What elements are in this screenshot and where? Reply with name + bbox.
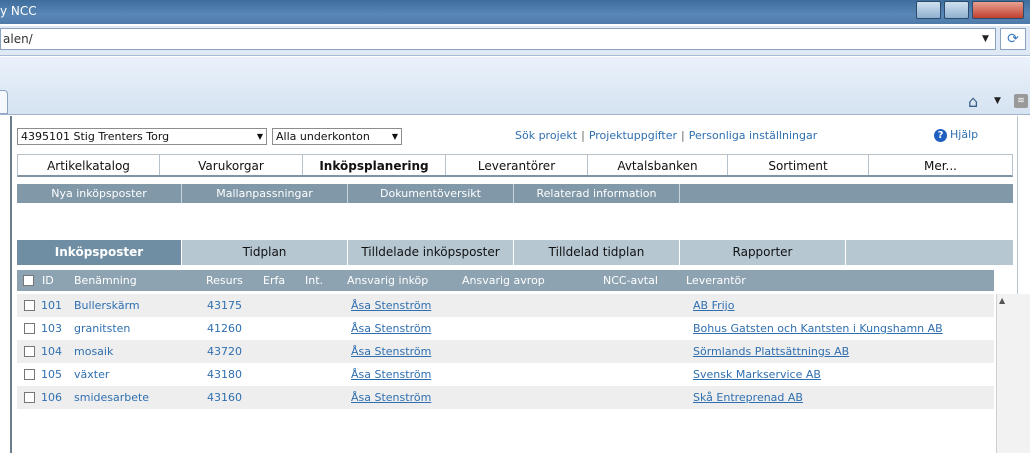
table-header: ID Benämning Resurs Erfa Int. Ansvarig i… <box>17 270 994 291</box>
table-row[interactable]: 101 Bullerskärm 43175 Åsa Stenström AB F… <box>17 294 994 317</box>
header-erfa[interactable]: Erfa <box>263 274 285 287</box>
address-dropdown-icon[interactable]: ▼ <box>982 34 989 44</box>
tab-rapporter[interactable]: Rapporter <box>680 240 846 265</box>
top-links: Sök projekt | Projektuppgifter | Personliga … <box>515 129 817 142</box>
row-buyer-link[interactable]: Åsa Stenström <box>351 391 431 404</box>
row-name[interactable]: mosaik <box>74 345 113 358</box>
row-resource[interactable]: 41260 <box>207 322 242 335</box>
row-checkbox[interactable] <box>24 300 35 311</box>
chevron-down-icon: ▼ <box>391 132 398 141</box>
row-checkbox[interactable] <box>24 346 35 357</box>
header-name[interactable]: Benämning <box>74 274 137 287</box>
nav-item-sortiment[interactable]: Sortiment <box>728 155 869 175</box>
row-supplier-link[interactable]: Skå Entreprenad AB <box>693 391 803 404</box>
nav-item-inkopsplanering[interactable]: Inköpsplanering <box>303 155 446 175</box>
row-id[interactable]: 103 <box>41 322 62 335</box>
help-icon: ? <box>934 129 947 142</box>
row-buyer-link[interactable]: Åsa Stenström <box>351 322 431 335</box>
row-supplier-link[interactable]: Bohus Gatsten och Kantsten i Kungshamn A… <box>693 322 943 335</box>
row-buyer-link[interactable]: Åsa Stenström <box>351 368 431 381</box>
header-id[interactable]: ID <box>42 274 54 287</box>
vertical-scrollbar[interactable]: ▲ <box>996 294 1030 453</box>
header-buyer[interactable]: Ansvarig inköp <box>347 274 428 287</box>
chevron-down-icon: ▼ <box>256 132 263 141</box>
minimize-button[interactable] <box>916 1 941 19</box>
row-checkbox[interactable] <box>24 323 35 334</box>
subnav-item-mallanpassningar[interactable]: Mallanpassningar <box>182 184 348 203</box>
row-name[interactable]: granitsten <box>74 322 130 335</box>
row-name[interactable]: Bullerskärm <box>74 299 140 312</box>
project-info-link[interactable]: Projektuppgifter <box>589 129 677 142</box>
table-row[interactable]: 106 smidesarbete 43160 Åsa Stenström Skå… <box>17 386 994 409</box>
nav-item-avtalsbanken[interactable]: Avtalsbanken <box>588 155 728 175</box>
header-int[interactable]: Int. <box>305 274 323 287</box>
table-row[interactable]: 103 granitsten 41260 Åsa Stenström Bohus… <box>17 317 994 340</box>
row-supplier-link[interactable]: AB Frijo <box>693 299 734 312</box>
row-name[interactable]: smidesarbete <box>74 391 149 404</box>
browser-tab[interactable] <box>0 90 8 114</box>
subnav-item-relaterad-information[interactable]: Relaterad information <box>514 184 680 203</box>
personal-settings-link[interactable]: Personliga inställningar <box>689 129 817 142</box>
account-select-value: Alla underkonton <box>276 130 370 143</box>
browser-command-bar: ⌂ ▼ ≋ <box>0 57 1030 115</box>
nav-item-varukorgar[interactable]: Varukorgar <box>160 155 303 175</box>
row-id[interactable]: 101 <box>41 299 62 312</box>
row-name[interactable]: växter <box>74 368 109 381</box>
row-supplier-link[interactable]: Svensk Markservice AB <box>693 368 821 381</box>
sub-navigation: Nya inköpsposter Mallanpassningar Dokume… <box>17 184 1013 203</box>
address-bar: alen/ ▼ ⟳ <box>0 26 1030 56</box>
row-buyer-link[interactable]: Åsa Stenström <box>351 345 431 358</box>
header-resource[interactable]: Resurs <box>206 274 243 287</box>
row-resource[interactable]: 43180 <box>207 368 242 381</box>
project-select-value: 4395101 Stig Trenters Torg <box>21 130 170 143</box>
main-navigation: Artikelkatalog Varukorgar Inköpsplanerin… <box>17 154 1013 177</box>
link-separator: | <box>681 129 685 142</box>
browser-title-bar: y NCC <box>0 0 1030 24</box>
address-input[interactable]: alen/ <box>0 28 996 50</box>
row-id[interactable]: 105 <box>41 368 62 381</box>
close-button[interactable] <box>972 1 1024 19</box>
row-checkbox[interactable] <box>24 392 35 403</box>
scroll-up-icon[interactable]: ▲ <box>999 296 1005 305</box>
maximize-button[interactable] <box>944 1 969 19</box>
help-label: Hjälp <box>950 128 979 141</box>
tab-tilldelade-inkopsposter[interactable]: Tilldelade inköpsposter <box>348 240 514 265</box>
home-icon[interactable]: ⌂ <box>968 92 978 111</box>
help-link[interactable]: ? Hjälp <box>934 128 978 142</box>
row-checkbox[interactable] <box>24 369 35 380</box>
link-separator: | <box>581 129 585 142</box>
search-project-link[interactable]: Sök projekt <box>515 129 577 142</box>
feeds-icon[interactable]: ≋ <box>1014 94 1028 108</box>
nav-item-leverantorer[interactable]: Leverantörer <box>446 155 588 175</box>
header-agreement[interactable]: NCC-avtal <box>603 274 658 287</box>
home-dropdown-icon[interactable]: ▼ <box>994 96 1001 106</box>
nav-item-artikelkatalog[interactable]: Artikelkatalog <box>18 155 160 175</box>
header-caller[interactable]: Ansvarig avrop <box>462 274 545 287</box>
row-supplier-link[interactable]: Sörmlands Plattsättnings AB <box>693 345 849 358</box>
row-resource[interactable]: 43720 <box>207 345 242 358</box>
nav-item-mer[interactable]: Mer... <box>869 155 1012 175</box>
refresh-icon[interactable]: ⟳ <box>1000 28 1026 50</box>
account-select[interactable]: Alla underkonton ▼ <box>272 128 402 145</box>
table-row[interactable]: 104 mosaik 43720 Åsa Stenström Sörmlands… <box>17 340 994 363</box>
row-id[interactable]: 104 <box>41 345 62 358</box>
table-row[interactable]: 105 växter 43180 Åsa Stenström Svensk Ma… <box>17 363 994 386</box>
row-resource[interactable]: 43175 <box>207 299 242 312</box>
tab-tidplan[interactable]: Tidplan <box>182 240 348 265</box>
content-tabs: Inköpsposter Tidplan Tilldelade inköpspo… <box>17 240 1013 265</box>
project-select[interactable]: 4395101 Stig Trenters Torg ▼ <box>17 128 267 145</box>
header-supplier[interactable]: Leverantör <box>686 274 746 287</box>
row-resource[interactable]: 43160 <box>207 391 242 404</box>
tab-tilldelad-tidplan[interactable]: Tilldelad tidplan <box>514 240 680 265</box>
row-buyer-link[interactable]: Åsa Stenström <box>351 299 431 312</box>
subnav-item-nya-inkopsposter[interactable]: Nya inköpsposter <box>17 184 182 203</box>
window-title: y NCC <box>0 4 37 18</box>
row-id[interactable]: 106 <box>41 391 62 404</box>
subnav-item-dokumentoversikt[interactable]: Dokumentöversikt <box>348 184 514 203</box>
tab-inkopsposter[interactable]: Inköpsposter <box>17 240 182 265</box>
select-all-checkbox[interactable] <box>23 275 34 286</box>
